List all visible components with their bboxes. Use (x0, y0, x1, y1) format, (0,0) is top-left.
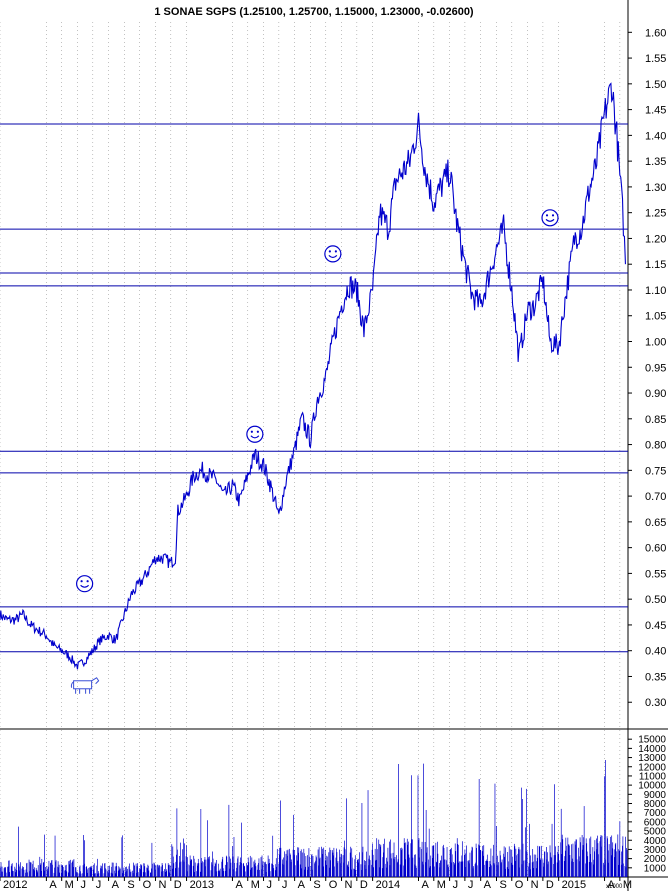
smiley-eye (80, 580, 83, 583)
y-tick-label: 0.90 (645, 388, 666, 400)
price-volume-chart: 1 SONAE SGPS (1.25100, 1.25700, 1.15000,… (0, 0, 668, 891)
x-tick-label: A (235, 879, 243, 891)
x-tick-label: J (453, 879, 459, 891)
y-tick-label: 0.55 (645, 568, 666, 580)
y-tick-label: 1.55 (645, 53, 666, 65)
x-tick-label: N (531, 879, 539, 891)
y-tick-label: 1.60 (645, 27, 666, 39)
x-tick-label: M (437, 879, 446, 891)
smiley-face (246, 425, 264, 443)
x-tick-label: J (96, 879, 102, 891)
x-tick-label: S (313, 879, 320, 891)
x-tick-label: M (65, 879, 74, 891)
x-tick-label: A (298, 879, 306, 891)
y-tick-label: 0.40 (645, 646, 666, 658)
y-tick-label: 1.30 (645, 182, 666, 194)
chart-title: 1 SONAE SGPS (1.25100, 1.25700, 1.15000,… (154, 6, 474, 18)
smiley-face (541, 209, 559, 227)
x-tick-label: 2012 (3, 879, 27, 891)
smiley-face (324, 245, 342, 263)
smiley-eye (545, 214, 549, 217)
y-tick-label: 0.95 (645, 362, 666, 374)
x-tick-label: S (499, 879, 506, 891)
y-tick-label: 0.30 (645, 697, 666, 709)
y-tick-label: 1.00 (645, 337, 666, 349)
y-tick-label: 0.85 (645, 414, 666, 426)
y-tick-label: 1.05 (645, 311, 666, 323)
x-tick-label: D (360, 879, 368, 891)
x-tick-label: A (112, 879, 120, 891)
chart-background (0, 0, 668, 891)
x-tick-label: J (267, 879, 273, 891)
y-tick-label: 1.20 (645, 233, 666, 245)
y-tick-label: 1.40 (645, 130, 666, 142)
x-tick-label: M (623, 879, 632, 891)
x-tick-label: A (421, 879, 429, 891)
chart-root: 1 SONAE SGPS (1.25100, 1.25700, 1.15000,… (0, 0, 668, 891)
y-tick-label: 0.60 (645, 543, 666, 555)
y-tick-label: 1.45 (645, 105, 666, 117)
y-tick-label: 0.50 (645, 594, 666, 606)
y-tick-label: 1.35 (645, 156, 666, 168)
x-tick-label: J (468, 879, 474, 891)
volume-tick-label: 1000 (644, 863, 667, 874)
x-tick-label: D (174, 879, 182, 891)
y-tick-label: 0.70 (645, 491, 666, 503)
smiley-icon (541, 209, 559, 227)
volume-scale-note: x1000 (606, 884, 623, 890)
y-tick-label: 0.75 (645, 465, 666, 477)
y-tick-label: 0.35 (645, 671, 666, 683)
y-tick-label: 1.50 (645, 79, 666, 91)
x-tick-label: D (546, 879, 554, 891)
y-tick-label: 0.65 (645, 517, 666, 529)
x-tick-label: O (329, 879, 338, 891)
smiley-icon (76, 575, 94, 593)
smiley-face (76, 575, 94, 593)
x-tick-label: A (484, 879, 492, 891)
x-tick-label: J (282, 879, 288, 891)
x-tick-label: 2013 (190, 879, 214, 891)
smiley-eye (256, 430, 259, 433)
x-tick-label: O (143, 879, 152, 891)
smiley-eye (334, 250, 337, 253)
y-tick-label: 1.25 (645, 208, 666, 220)
smiley-eye (86, 580, 89, 583)
smiley-eye (551, 214, 555, 217)
x-tick-label: S (127, 879, 134, 891)
y-tick-label: 1.10 (645, 285, 666, 297)
y-tick-label: 1.15 (645, 259, 666, 271)
smiley-eye (250, 430, 253, 433)
smiley-icon (324, 245, 342, 263)
smiley-eye (328, 250, 331, 253)
x-tick-label: 2015 (562, 879, 586, 891)
y-tick-label: 0.80 (645, 440, 666, 452)
x-tick-label: 2014 (376, 879, 400, 891)
x-tick-label: N (345, 879, 353, 891)
x-tick-label: J (80, 879, 86, 891)
y-tick-label: 0.45 (645, 620, 666, 632)
x-tick-label: A (49, 879, 57, 891)
smiley-icon (246, 425, 264, 443)
x-tick-label: M (251, 879, 260, 891)
x-tick-label: O (515, 879, 524, 891)
x-tick-label: N (158, 879, 166, 891)
